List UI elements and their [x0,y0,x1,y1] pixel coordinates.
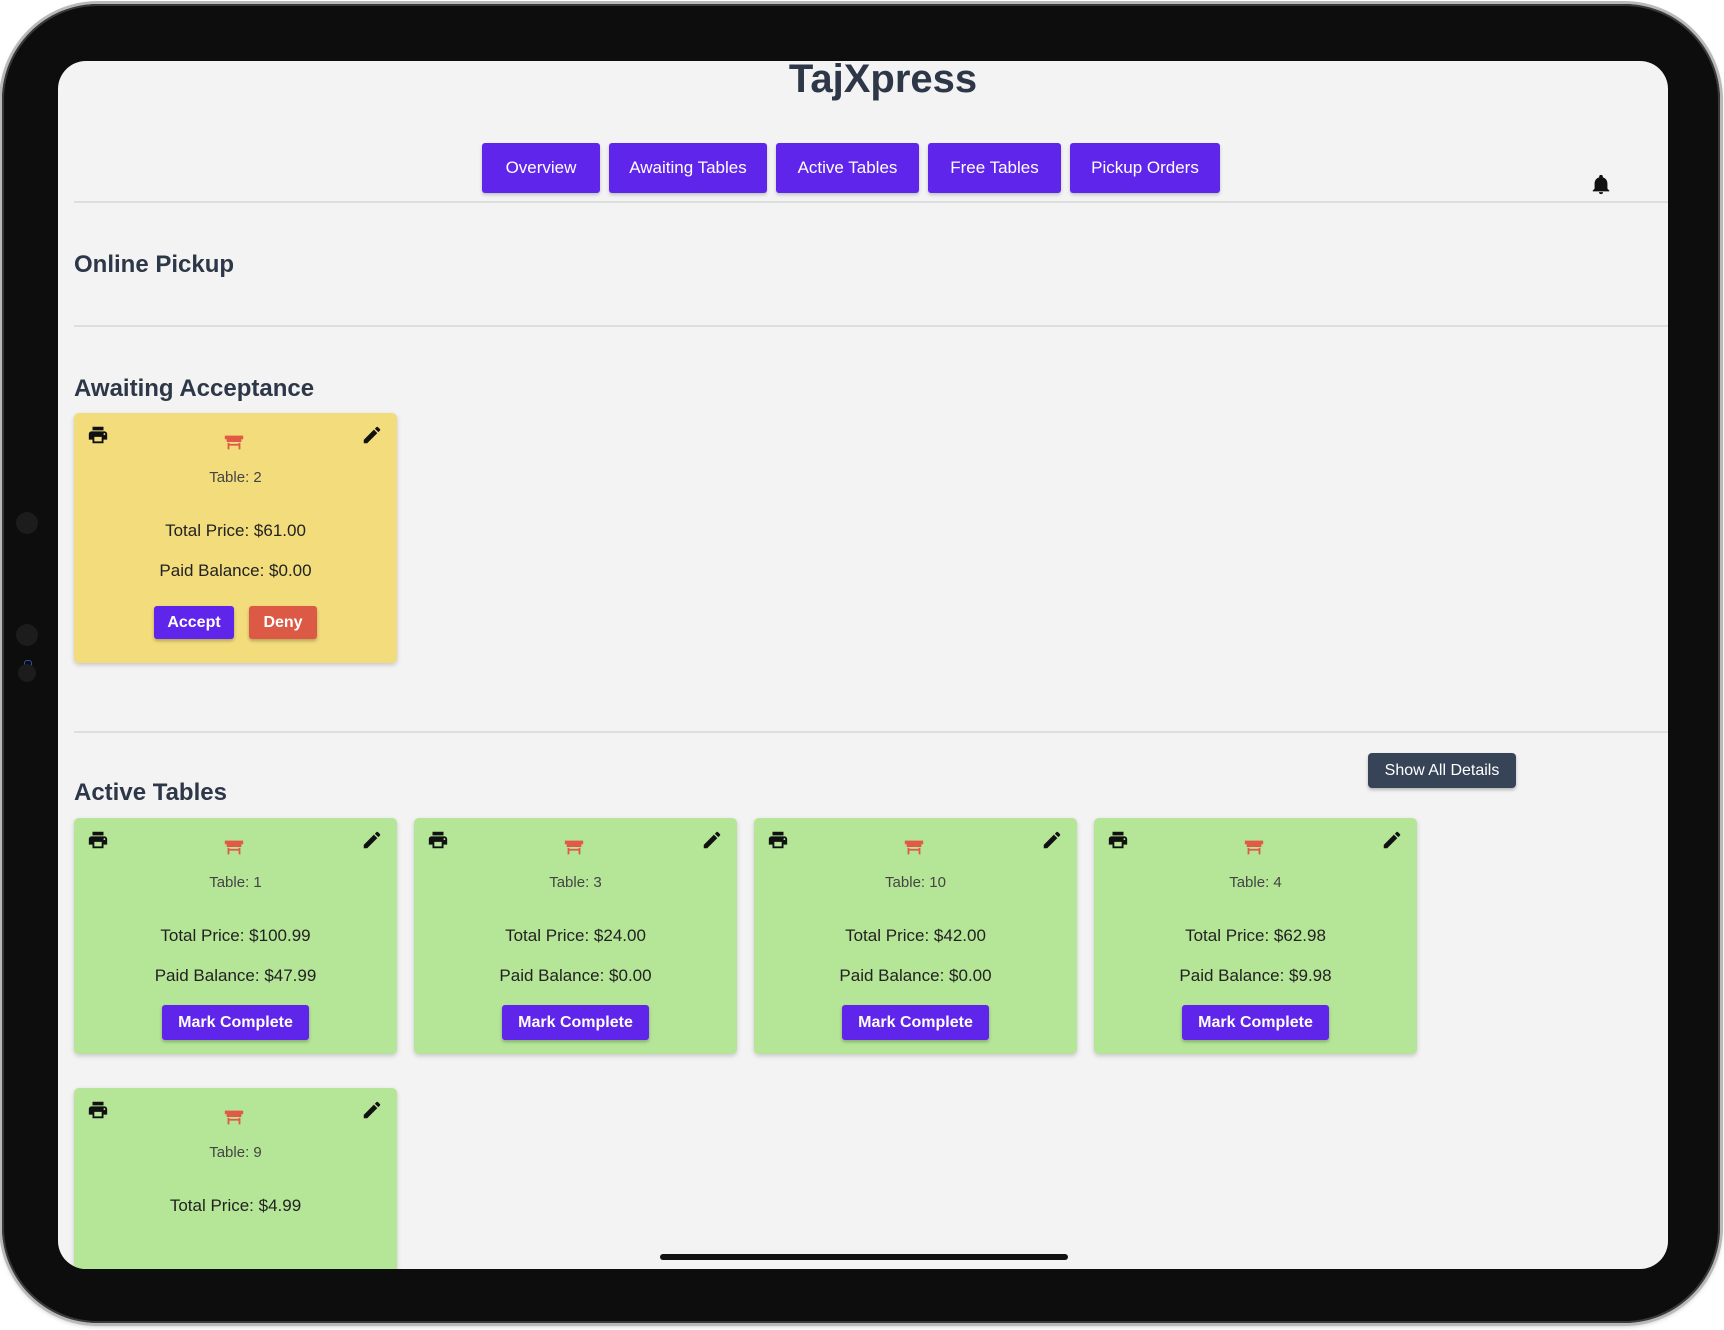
total-price: Total Price: $100.99 [160,926,311,945]
app-screen: TajXpress Overview Awaiting Tables Activ… [58,61,1668,1269]
pencil-icon[interactable] [1381,829,1403,851]
divider [74,731,1668,733]
tablet-frame: TajXpress Overview Awaiting Tables Activ… [2,4,1720,1323]
top-nav: Overview Awaiting Tables Active Tables F… [58,143,1668,193]
nav-awaiting-tables-button[interactable]: Awaiting Tables [609,143,767,193]
nav-overview-button[interactable]: Overview [482,143,600,193]
mark-complete-button[interactable]: Mark Complete [502,1005,649,1040]
printer-icon[interactable] [86,829,110,851]
total-price: Total Price: $24.00 [505,926,646,945]
table-icon [564,840,584,855]
nav-pickup-orders-button[interactable]: Pickup Orders [1070,143,1220,193]
camera-lens [16,512,38,534]
paid-balance: Paid Balance: $47.99 [154,966,317,985]
awaiting-table-card: Table: 2 Total Price: $61.00 Paid Balanc… [74,413,397,663]
total-price: Total Price: $42.00 [845,926,986,945]
paid-balance: Paid Balance: $0.00 [839,966,992,985]
online-pickup-heading: Online Pickup [74,251,235,278]
pencil-icon[interactable] [361,424,383,446]
printer-icon[interactable] [86,1099,110,1121]
total-price: Total Price: $4.99 [169,1196,302,1215]
printer-icon[interactable] [766,829,790,851]
active-table-card: Table: 1 Total Price: $100.99 Paid Balan… [74,818,397,1054]
mark-complete-button[interactable]: Mark Complete [1182,1005,1329,1040]
paid-balance: Paid Balance: $9.98 [1179,966,1332,985]
divider [74,201,1668,203]
paid-balance: Paid Balance: $0.00 [499,966,652,985]
table-number: Table: 3 [549,874,602,891]
table-number: Table: 10 [885,874,946,891]
active-tables-heading: Active Tables [74,779,227,806]
pencil-icon[interactable] [361,829,383,851]
printer-icon[interactable] [86,424,110,446]
awaiting-acceptance-heading: Awaiting Acceptance [74,375,315,402]
mark-complete-button[interactable]: Mark Complete [842,1005,989,1040]
total-price: Total Price: $61.00 [165,521,306,540]
mark-complete-button[interactable]: Mark Complete [162,1005,309,1040]
printer-icon[interactable] [426,829,450,851]
deny-button[interactable]: Deny [249,606,317,639]
accept-button[interactable]: Accept [154,606,234,639]
table-number: Table: 9 [209,1144,262,1161]
active-table-card: Table: 4 Total Price: $62.98 Paid Balanc… [1094,818,1417,1054]
table-number: Table: 4 [1229,874,1282,891]
camera-lens [18,664,36,682]
nav-active-tables-button[interactable]: Active Tables [776,143,919,193]
app-title: TajXpress [788,61,978,101]
bell-icon[interactable] [1590,174,1612,196]
table-number: Table: 1 [209,874,262,891]
table-icon [224,1110,244,1125]
home-indicator[interactable] [660,1254,1068,1260]
active-table-card: Table: 10 Total Price: $42.00 Paid Balan… [754,818,1077,1054]
table-number: Table: 2 [209,469,262,486]
pencil-icon[interactable] [361,1099,383,1121]
table-icon [224,435,244,450]
table-icon [224,840,244,855]
pencil-icon[interactable] [1041,829,1063,851]
table-icon [904,840,924,855]
paid-balance: Paid Balance: $0.00 [159,561,312,580]
table-icon [1244,840,1264,855]
printer-icon[interactable] [1106,829,1130,851]
active-table-card: Table: 3 Total Price: $24.00 Paid Balanc… [414,818,737,1054]
show-all-details-button[interactable]: Show All Details [1368,753,1516,788]
divider [74,325,1668,327]
camera-lens [16,624,38,646]
nav-free-tables-button[interactable]: Free Tables [928,143,1061,193]
pencil-icon[interactable] [701,829,723,851]
active-table-card: Table: 9 Total Price: $4.99 [74,1088,397,1269]
total-price: Total Price: $62.98 [1185,926,1326,945]
